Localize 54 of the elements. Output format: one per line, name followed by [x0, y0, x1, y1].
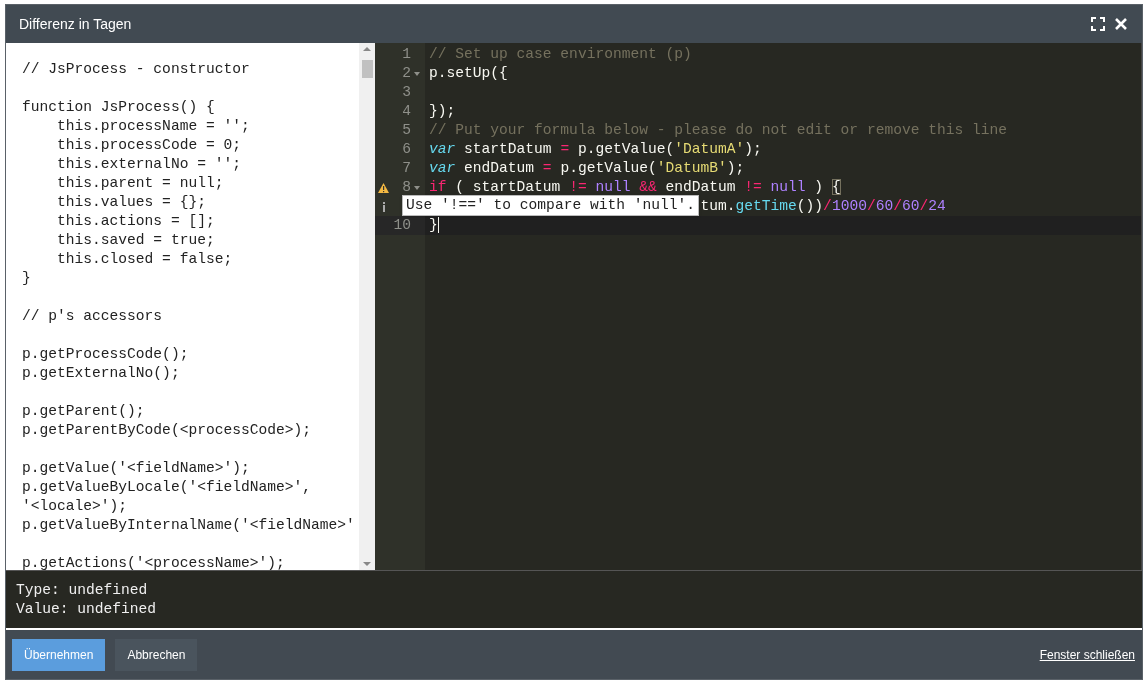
close-icon[interactable]	[1115, 18, 1127, 30]
code-line: '<locale>');	[22, 497, 128, 516]
code-line: var endDatum = p.getValue('DatumB');	[429, 160, 745, 176]
window-title: Differenz in Tagen	[19, 14, 132, 34]
code-line: tum.getTime())/1000/60/60/24	[700, 198, 946, 214]
fold-icon[interactable]	[414, 186, 420, 190]
code-line: var startDatum = p.getValue('DatumA');	[429, 141, 762, 157]
code-line: this.actions = [];	[56, 212, 215, 231]
code-line: }	[22, 269, 31, 288]
code-line: this.externalNo = '';	[56, 155, 241, 174]
scrollbar[interactable]	[359, 43, 375, 570]
code-line: // Set up case environment (p)	[429, 46, 692, 62]
scroll-up-icon[interactable]	[363, 47, 371, 51]
output-line: Type: undefined	[16, 581, 148, 600]
line-number: 1	[402, 45, 411, 64]
code-line: p.setUp({	[429, 65, 508, 81]
code-line: p.getExternalNo();	[22, 364, 180, 383]
line-number: 10	[393, 216, 411, 235]
code-line: p.getParentByCode(<processCode>);	[22, 421, 311, 440]
code-line: this.processName = '';	[56, 117, 250, 136]
cancel-button[interactable]: Abbrechen	[115, 638, 198, 671]
code-line: });	[429, 103, 456, 119]
code-line: this.processCode = 0;	[56, 136, 241, 155]
code-line: p.getValueByLocale('<fieldName>',	[22, 478, 311, 497]
tooltip: Use '!==' to compare with 'null'.	[402, 195, 699, 216]
code-line: this.closed = false;	[56, 250, 233, 269]
fold-icon[interactable]	[414, 72, 420, 76]
code-line: function JsProcess() {	[22, 98, 215, 117]
scroll-down-icon[interactable]	[363, 562, 371, 566]
line-number: 4	[402, 102, 411, 121]
fullscreen-icon[interactable]	[1091, 17, 1105, 31]
code-line: // JsProcess - constructor	[22, 60, 250, 79]
close-window-link[interactable]: Fenster schließen	[1039, 645, 1135, 664]
code-line: this.saved = true;	[56, 231, 215, 250]
scroll-thumb[interactable]	[361, 60, 373, 78]
code-line: if ( startDatum != null && endDatum != null ) {	[429, 179, 841, 195]
code-line: p.getValue('<fieldName>');	[22, 459, 250, 478]
code-editor[interactable]	[375, 43, 1142, 570]
line-number: 3	[402, 83, 411, 102]
code-line: p.getParent();	[22, 402, 145, 421]
code-line: p.getActions('<processName>');	[22, 554, 285, 570]
output-line: Value: undefined	[16, 600, 157, 619]
code-line: // Put your formula below - please do not edit or remove this line	[429, 122, 1007, 138]
line-number: 6	[402, 140, 411, 159]
line-number: 5	[402, 121, 411, 140]
code-line: }	[429, 217, 438, 233]
code-line: this.parent = null;	[56, 174, 224, 193]
code-line: this.values = {};	[56, 193, 206, 212]
line-number: 7	[402, 159, 411, 178]
line-number: 2	[402, 64, 411, 83]
code-line: p.getProcessCode();	[22, 345, 189, 364]
code-line: // p's accessors	[22, 307, 163, 326]
line-number: 8	[402, 178, 411, 197]
code-line: p.getValueByInternalName('<fieldName>'	[22, 516, 355, 535]
